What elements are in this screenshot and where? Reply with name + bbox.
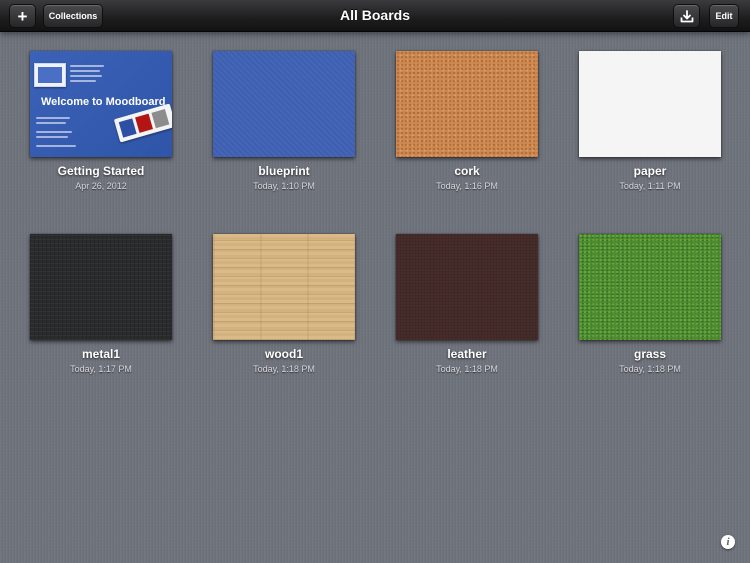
board-name: paper (633, 164, 667, 178)
board-date: Today, 1:17 PM (70, 364, 132, 374)
board-name: blueprint (258, 164, 310, 178)
board-thumbnail[interactable] (396, 51, 538, 157)
board-thumbnail[interactable]: Welcome to Moodboard (30, 51, 172, 157)
board-thumbnail[interactable] (213, 51, 355, 157)
board-getting-started[interactable]: Welcome to Moodboard Getting Started Apr… (30, 51, 172, 201)
board-grass[interactable]: grass Today, 1:18 PM (579, 234, 721, 384)
board-paper[interactable]: paper Today, 1:11 PM (579, 51, 721, 201)
board-blueprint[interactable]: blueprint Today, 1:10 PM (213, 51, 355, 201)
boards-grid: Welcome to Moodboard Getting Started Apr… (0, 0, 750, 563)
board-date: Today, 1:16 PM (436, 181, 498, 191)
board-thumbnail[interactable] (579, 51, 721, 157)
board-date: Today, 1:18 PM (619, 364, 681, 374)
board-name: cork (454, 164, 480, 178)
board-date: Today, 1:18 PM (253, 364, 315, 374)
board-date: Today, 1:10 PM (253, 181, 315, 191)
board-name: wood1 (265, 347, 303, 361)
board-name: grass (633, 347, 667, 361)
thumbnail-photo (34, 63, 66, 87)
info-icon: i (726, 536, 730, 548)
board-thumbnail[interactable] (213, 234, 355, 340)
board-name: Getting Started (57, 164, 145, 178)
board-wood1[interactable]: wood1 Today, 1:18 PM (213, 234, 355, 384)
info-button[interactable]: i (721, 535, 735, 549)
board-thumbnail[interactable] (30, 234, 172, 340)
color-swatches (113, 103, 172, 143)
board-thumbnail[interactable] (396, 234, 538, 340)
board-date: Today, 1:11 PM (619, 181, 681, 191)
board-leather[interactable]: leather Today, 1:18 PM (396, 234, 538, 384)
thumbnail-title: Welcome to Moodboard (41, 96, 166, 108)
board-date: Today, 1:18 PM (436, 364, 498, 374)
board-cork[interactable]: cork Today, 1:16 PM (396, 51, 538, 201)
board-date: Apr 26, 2012 (75, 181, 127, 191)
board-metal1[interactable]: metal1 Today, 1:17 PM (30, 234, 172, 384)
board-thumbnail[interactable] (579, 234, 721, 340)
board-name: leather (447, 347, 487, 361)
board-name: metal1 (81, 347, 121, 361)
